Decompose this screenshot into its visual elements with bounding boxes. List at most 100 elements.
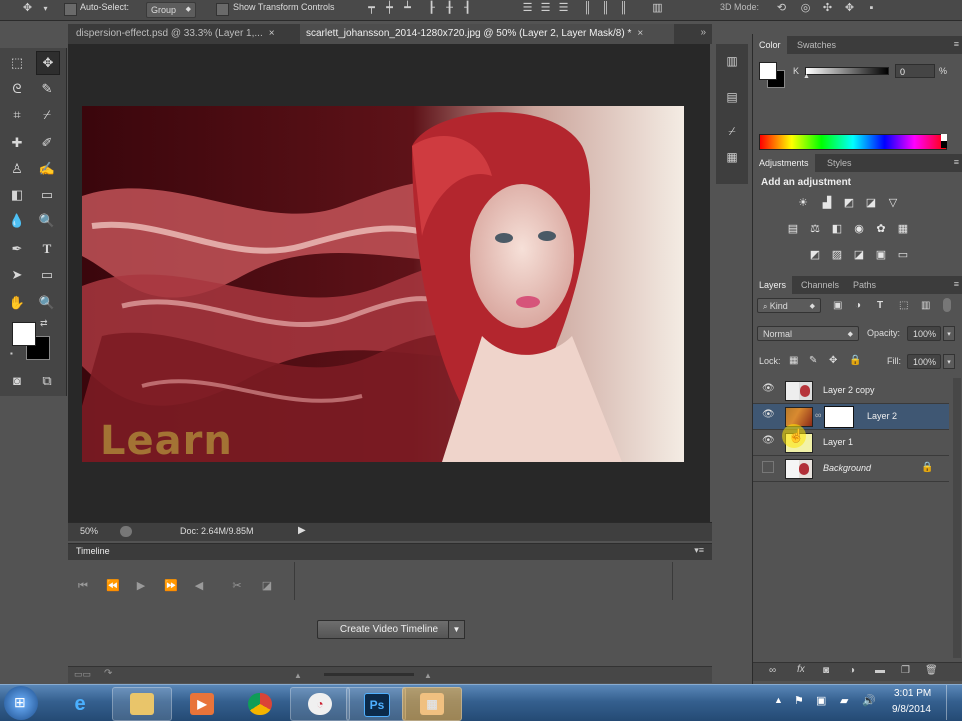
- visibility-eye-icon[interactable]: 👁: [762, 409, 775, 421]
- play-icon[interactable]: ▶: [132, 578, 150, 594]
- marquee-tool-icon[interactable]: ⬚: [6, 52, 28, 74]
- new-layer-icon[interactable]: ❐: [901, 665, 910, 676]
- eraser-tool-icon[interactable]: ◧: [6, 184, 28, 206]
- zoom-out-timeline-icon[interactable]: ▲: [294, 671, 302, 680]
- panel-menu-icon[interactable]: ≡: [954, 279, 959, 289]
- quick-mask-icon[interactable]: ◙: [6, 370, 28, 392]
- new-adjustment-icon[interactable]: ◑: [849, 665, 855, 676]
- distribute-left-icon[interactable]: ║: [580, 1, 595, 16]
- convert-icon[interactable]: ↷: [104, 668, 112, 679]
- zoom-tool-icon[interactable]: 🔍: [36, 292, 58, 314]
- align-top-icon[interactable]: ┯: [364, 1, 379, 16]
- tab-swatches[interactable]: Swatches: [791, 36, 842, 54]
- color-lookup-icon[interactable]: ▦: [895, 222, 911, 236]
- move-tool-icon[interactable]: ✥: [36, 51, 60, 75]
- tray-volume-icon[interactable]: 🔊: [862, 694, 876, 707]
- spectrum-black-end[interactable]: [941, 141, 947, 148]
- filter-pixel-icon[interactable]: ▣: [833, 300, 842, 311]
- rectangle-tool-icon[interactable]: ▭: [36, 264, 58, 286]
- crop-tool-icon[interactable]: ⌗: [6, 104, 28, 126]
- link-layers-icon[interactable]: ∞: [769, 665, 776, 676]
- lock-all-icon[interactable]: 🔒: [849, 355, 861, 366]
- tab-adjustments[interactable]: Adjustments: [753, 154, 815, 172]
- auto-select-checkbox[interactable]: [64, 3, 77, 16]
- distribute-bottom-icon[interactable]: ☰: [556, 1, 571, 16]
- lock-pixels-icon[interactable]: ✎: [809, 355, 817, 366]
- visibility-eye-icon[interactable]: 👁: [762, 435, 775, 447]
- channel-mixer-icon[interactable]: ✿: [873, 222, 889, 236]
- curves-icon[interactable]: ◩: [841, 196, 857, 210]
- gradient-map-icon[interactable]: ▭: [895, 248, 911, 262]
- create-video-timeline-button[interactable]: Create Video Timeline: [317, 620, 461, 639]
- distribute-right-icon[interactable]: ║: [616, 1, 631, 16]
- tabs-overflow-icon[interactable]: »: [700, 27, 706, 38]
- tray-network-icon[interactable]: ▰: [840, 694, 848, 707]
- align-right-icon[interactable]: ┨: [460, 1, 475, 16]
- spectrum-white-end[interactable]: [941, 134, 947, 141]
- black-white-icon[interactable]: ◧: [829, 222, 845, 236]
- taskbar-control-panel[interactable]: ▦: [402, 687, 462, 721]
- levels-icon[interactable]: ▟: [819, 196, 835, 210]
- doc-info-icon[interactable]: [120, 526, 132, 537]
- lasso-tool-icon[interactable]: ᘓ: [6, 78, 28, 100]
- gradient-tool-icon[interactable]: ▭: [36, 184, 58, 206]
- k-slider-thumb[interactable]: ▲: [803, 73, 810, 80]
- color-foreground-swatch[interactable]: [759, 62, 777, 80]
- go-first-frame-icon[interactable]: ⏮: [74, 578, 92, 594]
- distribute-hcenter-icon[interactable]: ║: [598, 1, 613, 16]
- taskbar-media-player[interactable]: ▶: [172, 687, 232, 721]
- clock-time[interactable]: 3:01 PM: [894, 688, 931, 699]
- tab-scarlett[interactable]: scarlett_johansson_2014-1280x720.jpg @ 5…: [300, 24, 674, 44]
- healing-brush-tool-icon[interactable]: ✚: [6, 132, 28, 154]
- opacity-field[interactable]: 100%: [907, 326, 941, 341]
- align-vertical-center-icon[interactable]: ┿: [382, 1, 397, 16]
- taskbar-chrome[interactable]: [230, 687, 290, 721]
- pen-tool-icon[interactable]: ✒: [6, 238, 28, 260]
- transition-icon[interactable]: ◪: [258, 578, 276, 594]
- render-video-icon[interactable]: ▭▭: [74, 669, 91, 680]
- fill-field[interactable]: 100%: [907, 354, 941, 369]
- tray-flag-icon[interactable]: ⚑: [794, 694, 804, 707]
- 3d-slide-icon[interactable]: ✥: [842, 1, 857, 16]
- clone-stamp-tool-icon[interactable]: ♙: [6, 158, 28, 180]
- add-mask-icon[interactable]: ◙: [823, 665, 829, 676]
- lock-position-icon[interactable]: ✥: [829, 355, 837, 366]
- fx-icon[interactable]: fx: [797, 664, 805, 675]
- align-horizontal-center-icon[interactable]: ╂: [442, 1, 457, 16]
- layer-filter-kind-dropdown[interactable]: ⌕ Kind ◆: [757, 298, 821, 313]
- posterize-icon[interactable]: ▨: [829, 248, 845, 262]
- distribute-top-icon[interactable]: ☰: [520, 1, 535, 16]
- filter-adjustment-icon[interactable]: ◑: [855, 300, 861, 311]
- tab-dispersion-effect[interactable]: dispersion-effect.psd @ 33.3% (Layer 1,.…: [70, 24, 304, 44]
- panel-menu-icon[interactable]: ≡: [954, 157, 959, 167]
- timeline-zoom-slider[interactable]: [324, 673, 414, 676]
- panel-menu-icon[interactable]: ▾≡: [694, 545, 704, 556]
- visibility-eye-icon[interactable]: 👁: [762, 383, 775, 395]
- hue-saturation-icon[interactable]: ▤: [785, 222, 801, 236]
- filter-toggle[interactable]: [943, 298, 951, 312]
- split-icon[interactable]: ✂: [228, 578, 246, 594]
- close-icon[interactable]: ×: [637, 28, 643, 39]
- timeline-type-dropdown-icon[interactable]: ▼: [448, 620, 465, 639]
- panel-menu-icon[interactable]: ≡: [954, 39, 959, 49]
- show-desktop-button[interactable]: [946, 685, 961, 720]
- layer-mask-thumbnail[interactable]: [824, 406, 854, 428]
- k-value-field[interactable]: 0: [895, 64, 935, 78]
- brush-panel-icon[interactable]: ⌿: [723, 122, 741, 140]
- selective-color-icon[interactable]: ▣: [873, 248, 889, 262]
- 3d-rotate-icon[interactable]: ⟲: [774, 1, 789, 16]
- filter-shape-icon[interactable]: ⬚: [899, 300, 908, 311]
- taskbar-internet-explorer[interactable]: e: [50, 687, 110, 721]
- quick-selection-tool-icon[interactable]: ✎: [36, 78, 58, 100]
- color-spectrum-ramp[interactable]: [759, 134, 947, 150]
- blend-mode-dropdown[interactable]: Normal ◆: [757, 326, 859, 341]
- distribute-center-icon[interactable]: ☰: [538, 1, 553, 16]
- photo-filter-icon[interactable]: ◉: [851, 222, 867, 236]
- delete-layer-icon[interactable]: 🗑: [925, 665, 938, 676]
- taskbar-file-explorer[interactable]: [112, 687, 172, 721]
- threshold-icon[interactable]: ◪: [851, 248, 867, 262]
- exposure-icon[interactable]: ◪: [863, 196, 879, 210]
- character-panel-icon[interactable]: ▦: [723, 148, 741, 166]
- fill-dropdown-icon[interactable]: ▾: [943, 354, 955, 369]
- layer-row-background[interactable]: Background 🔒: [753, 456, 949, 482]
